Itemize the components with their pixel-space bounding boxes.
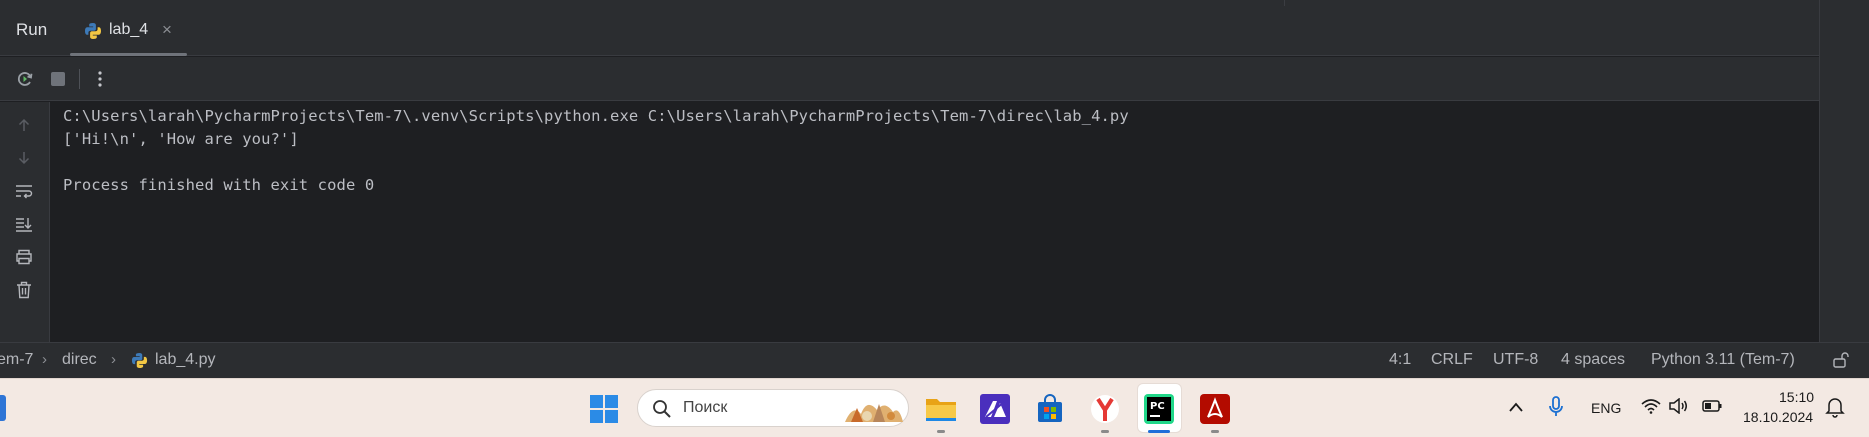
chevron-up-icon[interactable] bbox=[1508, 401, 1524, 413]
desktop-widget-icon[interactable] bbox=[0, 395, 6, 421]
windows-taskbar: Поиск PC ENG 15:10 18.10.2024 bbox=[0, 378, 1869, 437]
wifi-icon[interactable] bbox=[1641, 398, 1661, 414]
arrow-up-icon[interactable] bbox=[13, 114, 35, 136]
indent-setting[interactable]: 4 spaces bbox=[1561, 351, 1625, 369]
line-separator[interactable]: CRLF bbox=[1431, 351, 1473, 369]
run-tab-lab-4[interactable]: lab_4 × bbox=[70, 6, 187, 56]
chevron-right-icon: › bbox=[42, 351, 47, 368]
arrow-down-icon[interactable] bbox=[13, 147, 35, 169]
more-options-icon[interactable] bbox=[89, 68, 111, 90]
breadcrumb-file[interactable]: lab_4.py bbox=[155, 351, 216, 369]
python-file-icon bbox=[131, 352, 148, 369]
caret-position[interactable]: 4:1 bbox=[1389, 351, 1411, 369]
taskbar-search-box[interactable]: Поиск bbox=[637, 389, 909, 427]
stop-square bbox=[51, 72, 65, 86]
search-highlight-image bbox=[845, 404, 903, 422]
keyboard-language[interactable]: ENG bbox=[1591, 400, 1621, 416]
clock-time[interactable]: 15:10 bbox=[1779, 389, 1814, 405]
windows-start-icon[interactable] bbox=[587, 392, 621, 426]
volume-icon[interactable] bbox=[1668, 398, 1688, 414]
close-tab-icon[interactable]: × bbox=[162, 20, 172, 40]
running-indicator bbox=[1211, 430, 1219, 433]
acrobat-reader-icon[interactable] bbox=[1198, 392, 1232, 426]
notification-bell-icon[interactable] bbox=[1825, 396, 1845, 418]
lock-open-icon[interactable] bbox=[1832, 351, 1850, 369]
run-toolbar bbox=[0, 57, 1819, 101]
svg-text:PC: PC bbox=[1150, 401, 1165, 412]
scroll-to-end-icon[interactable] bbox=[13, 213, 35, 235]
active-indicator bbox=[1148, 430, 1170, 433]
yandex-browser-icon[interactable] bbox=[1088, 392, 1122, 426]
battery-icon[interactable] bbox=[1702, 400, 1722, 412]
toolbar-separator bbox=[79, 69, 80, 89]
console-line: Process finished with exit code 0 bbox=[63, 176, 375, 194]
console-line: ['Hi!\n', 'How are you?'] bbox=[63, 130, 299, 148]
soft-wrap-icon[interactable] bbox=[13, 180, 35, 202]
rerun-icon[interactable] bbox=[14, 68, 36, 90]
run-tab-label: lab_4 bbox=[109, 21, 149, 38]
status-bar: em-7 › direc › lab_4.py 4:1 CRLF UTF-8 4… bbox=[0, 342, 1869, 378]
ide-window: Run lab_4 × C:\Users\larah\PycharmProjec… bbox=[0, 0, 1869, 437]
file-encoding[interactable]: UTF-8 bbox=[1493, 351, 1538, 369]
clock-date[interactable]: 18.10.2024 bbox=[1743, 409, 1813, 425]
breadcrumb-project[interactable]: em-7 bbox=[0, 351, 33, 369]
search-icon bbox=[653, 400, 671, 418]
microphone-icon[interactable] bbox=[1548, 396, 1564, 418]
console-side-toolbar bbox=[0, 102, 50, 342]
run-panel-title: Run bbox=[16, 20, 48, 39]
active-tab-indicator bbox=[70, 53, 187, 56]
trash-icon[interactable] bbox=[13, 279, 35, 301]
pycharm-icon[interactable]: PC bbox=[1142, 392, 1176, 426]
right-tool-strip bbox=[1819, 0, 1869, 378]
python-icon bbox=[85, 23, 101, 39]
python-interpreter[interactable]: Python 3.11 (Tem-7) bbox=[1651, 351, 1795, 369]
chevron-right-icon: › bbox=[111, 351, 116, 368]
console-line: C:\Users\larah\PycharmProjects\Tem-7\.ve… bbox=[63, 107, 1129, 125]
console-output[interactable]: C:\Users\larah\PycharmProjects\Tem-7\.ve… bbox=[50, 102, 1819, 342]
running-indicator bbox=[937, 430, 945, 433]
breadcrumb-folder[interactable]: direc bbox=[62, 351, 97, 369]
stop-icon[interactable] bbox=[47, 68, 69, 90]
file-explorer-icon[interactable] bbox=[924, 392, 958, 426]
print-icon[interactable] bbox=[13, 246, 35, 268]
microsoft-store-icon[interactable] bbox=[1033, 392, 1067, 426]
search-placeholder: Поиск bbox=[683, 399, 728, 416]
run-tool-window-header: Run lab_4 × bbox=[0, 6, 1819, 56]
visual-studio-icon[interactable] bbox=[978, 392, 1012, 426]
running-indicator bbox=[1101, 430, 1109, 433]
